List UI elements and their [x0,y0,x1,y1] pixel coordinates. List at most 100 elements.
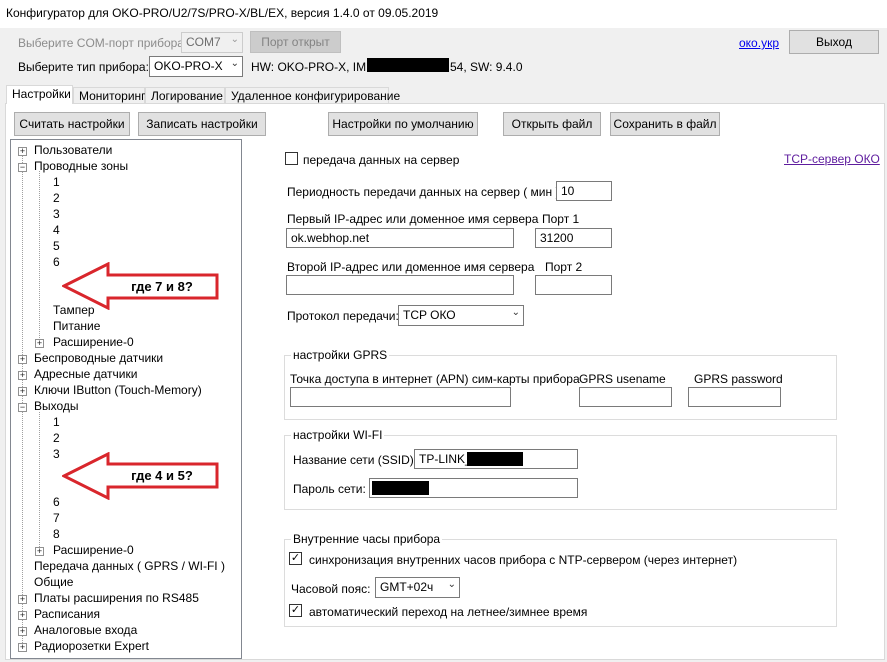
hw-info-prefix: HW: OKO-PRO-X, IMEI: [251,60,381,74]
period-input[interactable]: 10 [556,181,612,201]
tree-item[interactable]: 6 [53,495,60,509]
tab-settings[interactable]: Настройки [6,85,73,104]
tab-remote-config[interactable]: Удаленное конфигурирование [225,87,400,103]
gprs-group-title: настройки GPRS [291,348,390,362]
com-port-select[interactable]: COM7 ⌄ [181,32,243,53]
tab-logging[interactable]: Логирование [145,87,225,103]
wifi-group-title: настройки WI-FI [291,428,385,442]
expand-icon[interactable]: + [35,547,44,556]
tree-item[interactable]: Расписания [34,607,100,621]
apn-input[interactable] [290,387,511,407]
site-link[interactable]: око.укр [739,36,779,50]
wifi-group: настройки WI-FI [284,428,837,510]
tree-item[interactable]: Общие [34,575,73,589]
exit-button[interactable]: Выход [789,30,879,54]
device-type-value: OKO-PRO-X [154,59,223,73]
expand-icon[interactable]: + [18,627,27,636]
tree-item[interactable]: Расширение-0 [53,335,134,349]
defaults-button[interactable]: Настройки по умолчанию [328,112,478,136]
tree-item[interactable]: Выходы [34,399,79,413]
annotation-outputs-text: где 4 и 5? [131,468,193,483]
gprs-pass-input[interactable] [688,387,781,407]
tree-item[interactable]: 8 [53,527,60,541]
expand-icon[interactable]: + [18,611,27,620]
port1-input[interactable]: 31200 [535,228,612,248]
window-title: Конфигуратор для OKO-PRO/U2/7S/PRO-X/BL/… [6,6,439,20]
send-to-server-checkbox[interactable] [285,152,298,165]
wifi-pass-redaction [372,481,429,495]
device-type-label: Выберите тип прибора: [18,60,149,74]
tree-item[interactable]: 1 [53,175,60,189]
ip2-label: Второй IP-адрес или доменное имя сервера [287,260,535,274]
save-file-button[interactable]: Сохранить в файл [610,112,720,136]
tree-item[interactable]: 1 [53,415,60,429]
expand-icon[interactable]: + [18,643,27,652]
tab-monitoring[interactable]: Мониторинг [73,87,146,103]
ntp-check-mark: ✓ [290,552,301,564]
chevron-down-icon: ⌄ [447,579,456,590]
collapse-icon[interactable]: − [18,163,27,172]
gprs-pass-label: GPRS password [694,372,783,386]
timezone-label: Часовой пояс: [291,582,371,596]
tree-item[interactable]: 5 [53,239,60,253]
protocol-value: TCP ОКО [403,308,456,322]
collapse-icon[interactable]: − [18,403,27,412]
protocol-label: Протокол передачи: [287,309,399,323]
expand-icon[interactable]: + [18,387,27,396]
ssid-label: Название сети (SSID): [293,453,418,467]
tree-item[interactable]: Проводные зоны [34,159,128,173]
tree-item[interactable]: 2 [53,431,60,445]
gprs-user-label: GPRS usename [579,372,666,386]
tree-item[interactable]: 7 [53,511,60,525]
read-settings-button[interactable]: Считать настройки [14,112,130,136]
port2-label: Порт 2 [545,260,583,274]
timezone-select[interactable]: GMT+02ч ⌄ [375,577,460,598]
ip1-input[interactable]: ok.webhop.net [286,228,514,248]
tree-item[interactable]: Аналоговые входа [34,623,137,637]
settings-tree[interactable]: + Пользователи − Проводные зоны 1 2 3 4 5 6 Тампер… [10,139,242,659]
tree-item[interactable]: Адресные датчики [34,367,137,381]
expand-icon[interactable]: + [18,371,27,380]
tree-item[interactable]: Передача данных ( GPRS / WI-FI ) [34,559,225,573]
chevron-down-icon: ⌄ [511,307,520,318]
dst-checkbox[interactable]: ✓ [289,604,302,617]
open-file-button[interactable]: Открыть файл [503,112,601,136]
gprs-user-input[interactable] [579,387,672,407]
tree-item[interactable]: 2 [53,191,60,205]
ip2-input[interactable] [286,275,514,295]
tree-item[interactable]: 6 [53,255,60,269]
expand-icon[interactable]: + [18,355,27,364]
ip1-label: Первый IP-адрес или доменное имя сервера [287,212,539,226]
tree-item[interactable]: 4 [53,223,60,237]
tree-item[interactable]: Ключи IButton (Touch-Memory) [34,383,202,397]
tree-item[interactable]: Питание [53,319,100,333]
tree-item[interactable]: 3 [53,207,60,221]
ssid-value: TP-LINK_ [419,452,472,466]
tcp-server-link[interactable]: TCP-сервер ОКО [784,152,880,166]
tree-item[interactable]: 3 [53,447,60,461]
port-open-button[interactable]: Порт открыт [250,31,341,53]
tree-item[interactable]: Радиорозетки Expert [34,639,149,653]
port1-label: Порт 1 [542,212,580,226]
apn-label: Точка доступа в интернет (APN) сим-карты… [290,372,580,386]
port2-input[interactable] [535,275,612,295]
expand-icon[interactable]: + [35,339,44,348]
expand-icon[interactable]: + [18,595,27,604]
tree-item[interactable]: Расширение-0 [53,543,134,557]
timezone-value: GMT+02ч [380,580,434,594]
com-port-value: COM7 [186,35,221,49]
write-settings-button[interactable]: Записать настройки [138,112,266,136]
expand-icon[interactable]: + [18,147,27,156]
tree-item[interactable]: Пользователи [34,143,112,157]
protocol-select[interactable]: TCP ОКО ⌄ [398,305,524,326]
chevron-down-icon: ⌄ [230,58,239,69]
tree-item[interactable]: Платы расширения по RS485 [34,591,199,605]
hw-info-suffix: 54, SW: 9.4.0 [450,60,523,74]
tree-item[interactable]: Беспроводные датчики [34,351,163,365]
device-type-select[interactable]: OKO-PRO-X ⌄ [149,56,243,77]
ntp-sync-label: синхронизация внутренних часов прибора с… [309,553,738,567]
title-bar: Конфигуратор для OKO-PRO/U2/7S/PRO-X/BL/… [0,0,887,28]
dst-label: автоматический переход на летнее/зимнее … [309,605,588,619]
ntp-sync-checkbox[interactable]: ✓ [289,552,302,565]
arrow-annotation-zones: где 7 и 8? [62,262,219,310]
